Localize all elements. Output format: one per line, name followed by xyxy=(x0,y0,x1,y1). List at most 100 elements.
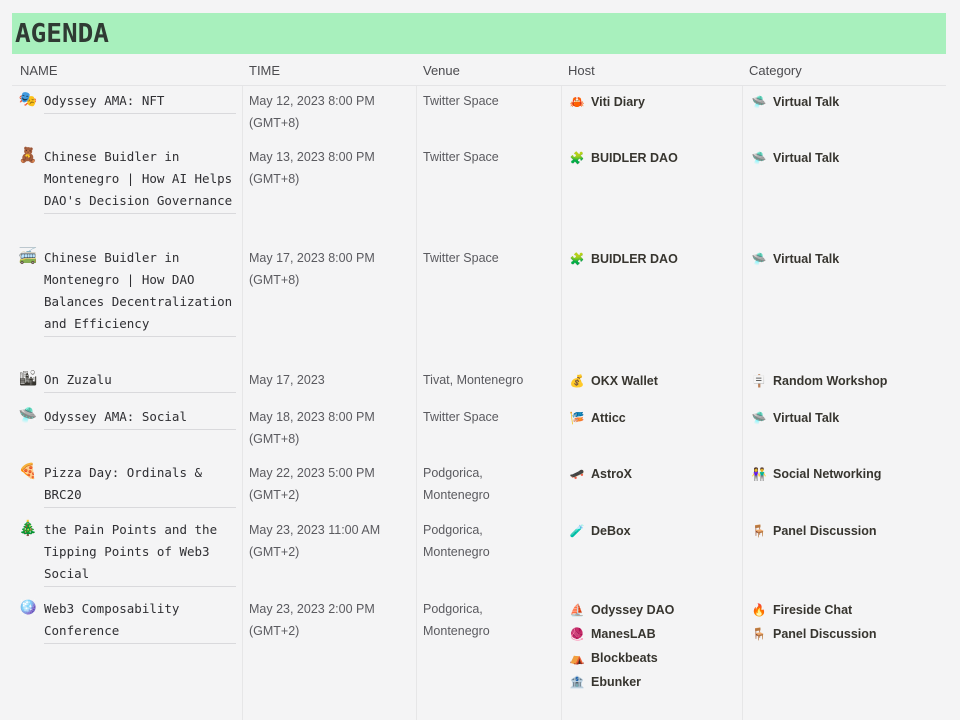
host-tag[interactable]: 🧩 BUIDLER DAO xyxy=(569,247,678,271)
event-name-link[interactable]: the Pain Points and the Tipping Points o… xyxy=(44,519,236,587)
row-icon: 🎄 xyxy=(18,520,38,537)
category-label: Virtual Talk xyxy=(773,151,840,165)
category-tag[interactable]: 🛸 Virtual Talk xyxy=(751,90,840,114)
event-timezone: (GMT+8) xyxy=(249,432,300,446)
host-label: BUIDLER DAO xyxy=(591,252,678,266)
host-tag[interactable]: 🦀 Viti Diary xyxy=(569,90,645,114)
host-icon: 🏦 xyxy=(569,675,585,689)
category-icon: 🔥 xyxy=(751,603,767,617)
event-name-link[interactable]: Web3 Composability Conference xyxy=(44,598,236,644)
host-icon: 🧶 xyxy=(569,627,585,641)
category-tag[interactable]: 🪧 Random Workshop xyxy=(751,369,888,393)
event-name-link[interactable]: Pizza Day: Ordinals & BRC20 xyxy=(44,462,236,508)
host-icon: ⛵ xyxy=(569,603,585,617)
host-tag[interactable]: 🎏 Atticc xyxy=(569,406,626,430)
event-time: May 23, 2023 11:00 AM xyxy=(249,523,381,537)
row-icon: 🪩 xyxy=(18,599,38,616)
event-name-link[interactable]: Chinese Buidler in Montenegro | How DAO … xyxy=(44,247,236,337)
row-icon: 🛸 xyxy=(18,407,38,424)
row-icon: 🍕 xyxy=(18,463,38,480)
host-tag[interactable]: ⛺ Blockbeats xyxy=(569,646,658,670)
category-tag[interactable]: 🪑 Panel Discussion xyxy=(751,519,877,543)
host-icon: 💰 xyxy=(569,374,585,388)
category-tag[interactable]: 🪑 Panel Discussion xyxy=(751,622,877,646)
event-name-link[interactable]: Chinese Buidler in Montenegro | How AI H… xyxy=(44,146,236,214)
column-header-category[interactable]: Category xyxy=(749,63,802,79)
category-icon: 🛸 xyxy=(751,411,767,425)
category-icon: 🛸 xyxy=(751,95,767,109)
column-divider xyxy=(742,86,743,720)
host-label: Odyssey DAO xyxy=(591,603,675,617)
column-header-time[interactable]: TIME xyxy=(249,63,280,79)
category-icon: 🛸 xyxy=(751,252,767,266)
host-icon: 🎏 xyxy=(569,411,585,425)
event-venue: Twitter Space xyxy=(423,251,499,265)
event-time: May 12, 2023 8:00 PM xyxy=(249,94,375,108)
host-tag[interactable]: 💰 OKX Wallet xyxy=(569,369,658,393)
event-venue: Twitter Space xyxy=(423,94,499,108)
event-venue: Podgorica, xyxy=(423,466,483,480)
row-icon: 🧸 xyxy=(18,147,38,164)
event-time: May 22, 2023 5:00 PM xyxy=(249,466,375,480)
category-label: Random Workshop xyxy=(773,374,888,388)
event-venue-line2: Montenegro xyxy=(423,545,490,559)
row-icon: 🏙 xyxy=(18,370,38,387)
column-header-host[interactable]: Host xyxy=(568,63,595,79)
event-venue: Tivat, Montenegro xyxy=(423,373,524,387)
event-time: May 23, 2023 2:00 PM xyxy=(249,602,375,616)
header-divider xyxy=(12,85,946,86)
column-header-venue[interactable]: Venue xyxy=(423,63,460,79)
host-icon: 🛹 xyxy=(569,467,585,481)
host-label: Blockbeats xyxy=(591,651,658,665)
host-label: OKX Wallet xyxy=(591,374,658,388)
category-tag[interactable]: 🛸 Virtual Talk xyxy=(751,247,840,271)
category-label: Virtual Talk xyxy=(773,95,840,109)
category-icon: 🛸 xyxy=(751,151,767,165)
page-title: AGENDA xyxy=(15,19,109,49)
event-venue: Twitter Space xyxy=(423,150,499,164)
host-label: Viti Diary xyxy=(591,95,645,109)
column-header-name[interactable]: NAME xyxy=(20,63,58,79)
host-label: ManesLAB xyxy=(591,627,656,641)
host-label: DeBox xyxy=(591,524,631,538)
host-tag[interactable]: 🧶 ManesLAB xyxy=(569,622,656,646)
event-timezone: (GMT+2) xyxy=(249,624,300,638)
category-icon: 🪑 xyxy=(751,524,767,538)
column-divider xyxy=(416,86,417,720)
category-tag[interactable]: 👫 Social Networking xyxy=(751,462,882,486)
event-time: May 13, 2023 8:00 PM xyxy=(249,150,375,164)
agenda-banner: AGENDA xyxy=(12,13,946,54)
column-divider xyxy=(561,86,562,720)
row-icon: 🎭 xyxy=(18,91,38,108)
event-name-link[interactable]: Odyssey AMA: NFT xyxy=(44,90,236,114)
host-label: Atticc xyxy=(591,411,626,425)
category-tag[interactable]: 🛸 Virtual Talk xyxy=(751,146,840,170)
host-tag[interactable]: 🏦 Ebunker xyxy=(569,670,642,694)
event-venue: Twitter Space xyxy=(423,410,499,424)
event-timezone: (GMT+8) xyxy=(249,116,300,130)
category-tag[interactable]: 🛸 Virtual Talk xyxy=(751,406,840,430)
category-label: Virtual Talk xyxy=(773,411,840,425)
event-time: May 17, 2023 8:00 PM xyxy=(249,251,375,265)
host-tag[interactable]: 🧪 DeBox xyxy=(569,519,631,543)
event-timezone: (GMT+2) xyxy=(249,545,300,559)
event-venue-line2: Montenegro xyxy=(423,624,490,638)
event-name-link[interactable]: On Zuzalu xyxy=(44,369,236,393)
host-tag[interactable]: ⛵ Odyssey DAO xyxy=(569,598,675,622)
event-time: May 18, 2023 8:00 PM xyxy=(249,410,375,424)
category-label: Fireside Chat xyxy=(773,603,853,617)
host-icon: 🦀 xyxy=(569,95,585,109)
category-tag[interactable]: 🔥 Fireside Chat xyxy=(751,598,853,622)
host-tag[interactable]: 🧩 BUIDLER DAO xyxy=(569,146,678,170)
row-icon: 🚎 xyxy=(18,248,38,265)
category-label: Panel Discussion xyxy=(773,524,877,538)
host-icon: 🧩 xyxy=(569,151,585,165)
host-tag[interactable]: 🛹 AstroX xyxy=(569,462,632,486)
event-name-link[interactable]: Odyssey AMA: Social xyxy=(44,406,236,430)
host-label: Ebunker xyxy=(591,675,642,689)
event-timezone: (GMT+8) xyxy=(249,172,300,186)
host-label: AstroX xyxy=(591,467,632,481)
host-icon: 🧪 xyxy=(569,524,585,538)
host-icon: 🧩 xyxy=(569,252,585,266)
category-label: Virtual Talk xyxy=(773,252,840,266)
